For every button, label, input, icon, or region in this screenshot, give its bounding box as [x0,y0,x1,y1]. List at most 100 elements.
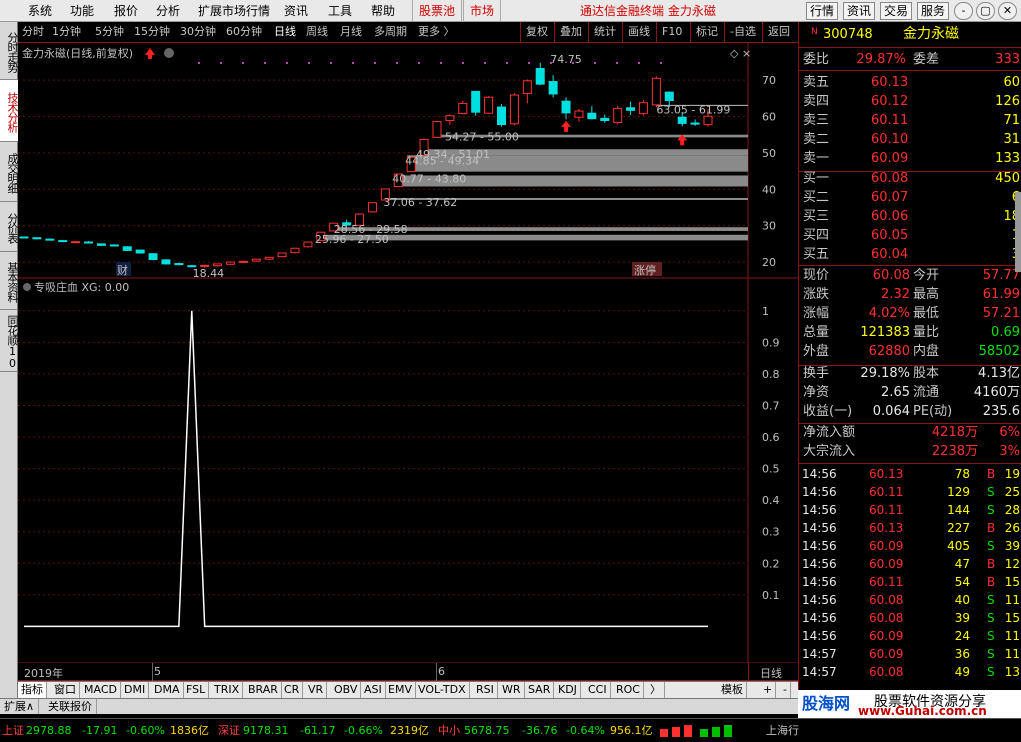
candle-body[interactable] [574,110,584,118]
indicator-8[interactable]: CR [281,682,304,698]
candle-body[interactable] [45,238,55,241]
indicator-14[interactable]: RSI [473,682,498,698]
tab-intraday[interactable]: 分时走势 [0,22,19,80]
indicator-19[interactable]: ROC [613,682,644,698]
candle-body[interactable] [471,90,481,113]
indicator-7[interactable]: BRAR [245,682,282,698]
tab-trade-detail[interactable]: 成交明细 [0,142,19,202]
period-monthly[interactable]: 月线 [340,22,362,42]
candle-body[interactable] [638,102,648,115]
quote-button[interactable]: 行情 [806,2,839,20]
candle-body[interactable] [458,102,468,115]
candle-body[interactable] [122,246,132,251]
candle-body[interactable] [484,96,494,114]
candle-body[interactable] [264,256,274,260]
candle-body[interactable] [445,115,455,122]
candle-body[interactable] [32,237,42,240]
mark-button[interactable]: 标记 [690,22,723,42]
candle-body[interactable] [290,247,300,254]
candle-body[interactable] [509,94,519,125]
candle-body[interactable] [587,112,597,120]
trade-button[interactable]: 交易 [880,2,913,20]
candle-body[interactable] [58,240,68,243]
bid-row[interactable]: 买四60.051 [799,226,1021,245]
indicator-9[interactable]: VR [305,682,328,698]
candle-body[interactable] [213,263,223,267]
candle-body[interactable] [251,258,261,262]
candle-body[interactable] [432,121,442,138]
limit-up-marker[interactable]: 涨停 [634,263,656,277]
period-daily[interactable]: 日线 [274,22,296,42]
indicator-10[interactable]: OBV [331,682,362,698]
ask-row[interactable]: 卖二 60.10 31 [799,130,1021,149]
indicator-4[interactable]: DMA [151,682,184,698]
tab-basic-info[interactable]: 基本资料 [0,252,19,310]
bid-row[interactable]: 买二60.076 [799,188,1021,207]
indicator-20[interactable]: 〉 [647,682,665,698]
draw-button[interactable]: 画线 [622,22,655,42]
candle-body[interactable] [497,106,507,126]
candle-body[interactable] [174,263,184,266]
period-30min[interactable]: 30分钟 [180,22,216,42]
shanghai-tab[interactable]: 上海行 [766,721,799,741]
menu-ext-market[interactable]: 扩展市场行情 [192,0,276,22]
candle-body[interactable] [109,244,119,247]
indicator-11[interactable]: ASI [361,682,386,698]
candle-body[interactable] [664,91,674,101]
indicator-17[interactable]: KDJ [555,682,581,698]
minimize-icon[interactable]: - [954,2,973,20]
period-15min[interactable]: 15分钟 [134,22,170,42]
indicator-12[interactable]: EMV [385,682,416,698]
indicator-18[interactable]: CCI [585,682,611,698]
tab-ths10[interactable]: 同花顺10 [0,310,19,372]
bid-row[interactable]: 买五60.043 [799,245,1021,264]
indicator-0[interactable]: 指标 [18,682,47,698]
period-weekly[interactable]: 周线 [306,22,328,42]
ask-row[interactable]: 卖三 60.11 71 [799,111,1021,130]
candle-body[interactable] [148,253,158,261]
service-button[interactable]: 服务 [917,2,950,20]
period-more[interactable]: 更多 〉 [418,22,455,42]
sz-label[interactable]: 深证 [218,721,240,741]
f10-button[interactable]: F10 [656,22,687,42]
candle-body[interactable] [561,100,571,114]
candle-body[interactable] [535,67,545,85]
indicator-13[interactable]: VOL-TDX [415,682,470,698]
adjust-button[interactable]: 复权 [520,22,553,42]
menu-market[interactable]: 市场 [463,0,502,22]
candle-body[interactable] [71,241,81,244]
candle-body[interactable] [225,261,235,265]
indicator-16[interactable]: SAR [525,682,555,698]
finance-marker[interactable]: 财 [117,263,128,277]
close-icon[interactable]: ✕ [998,2,1017,20]
menu-tools[interactable]: 工具 [322,0,358,22]
candle-body[interactable] [690,122,700,125]
menu-analysis[interactable]: 分析 [150,0,186,22]
candle-body[interactable] [19,236,29,239]
indicator-1[interactable]: 窗口 [51,682,80,698]
candle-body[interactable] [548,81,558,95]
candle-body[interactable] [522,80,532,95]
diamond-icon[interactable]: ◇ [730,47,739,60]
menu-quote[interactable]: 报价 [108,0,144,22]
tab-price-table[interactable]: 分价表 [0,202,19,252]
period-5min[interactable]: 5分钟 [95,22,124,42]
candle-body[interactable] [96,243,106,246]
candle-body[interactable] [651,77,661,106]
chart-area[interactable]: 20 30 40 50 60 70 0.1 0.2 0.3 0.4 0.5 0.6 0.7 0.8 0.9… [18,43,798,663]
indicator-23[interactable]: - [780,682,791,698]
overlay-button[interactable]: 叠加 [554,22,587,42]
restore-icon[interactable]: ▢ [976,2,995,20]
ask-row[interactable]: 卖一 60.09 133 [799,149,1021,168]
candle-body[interactable] [677,116,687,124]
indicator-21[interactable]: 模板 [718,682,747,698]
menu-news[interactable]: 资讯 [278,0,314,22]
sh-label[interactable]: 上证 [2,721,24,741]
menu-system[interactable]: 系统 [22,0,58,22]
chart-options-icon[interactable] [164,48,174,58]
period-1min[interactable]: 1分钟 [52,22,81,42]
candle-body[interactable] [161,259,171,265]
candle-body[interactable] [600,117,610,122]
candle-body[interactable] [703,115,713,126]
indicator-15[interactable]: WR [499,682,525,698]
